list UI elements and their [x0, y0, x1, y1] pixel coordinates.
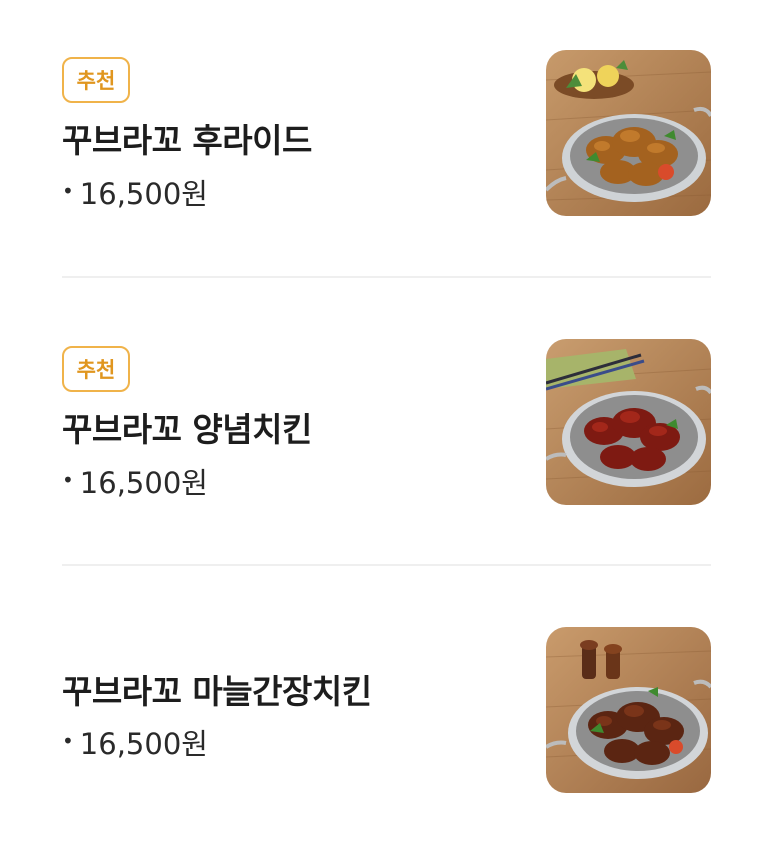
- seasoned-chicken-photo[interactable]: [546, 339, 711, 505]
- menu-item-price-row: • 16,500원: [62, 460, 208, 502]
- menu-item-name: 꾸브라꼬 마늘간장치킨: [62, 672, 372, 711]
- fried-chicken-image: [546, 50, 711, 216]
- recommended-badge: 추천: [62, 57, 130, 103]
- menu-list: 추천 꾸브라꼬 후라이드 • 16,500원 추천 꾸브라꼬 양념치킨 • 16…: [0, 0, 773, 849]
- garlic-soy-chicken-image: [546, 627, 711, 793]
- garlic-soy-chicken-photo[interactable]: [546, 627, 711, 793]
- bullet: •: [62, 179, 74, 203]
- menu-item-name: 꾸브라꼬 양념치킨: [62, 410, 312, 449]
- menu-item-name: 꾸브라꼬 후라이드: [62, 121, 312, 160]
- menu-item-price: 16,500원: [79, 177, 208, 211]
- menu-item-price: 16,500원: [79, 727, 208, 761]
- menu-item-price-row: • 16,500원: [62, 171, 208, 213]
- recommended-badge: 추천: [62, 346, 130, 392]
- menu-item-fried[interactable]: 추천 꾸브라꼬 후라이드 • 16,500원: [62, 50, 711, 218]
- menu-item-seasoned[interactable]: 추천 꾸브라꼬 양념치킨 • 16,500원: [62, 339, 711, 507]
- menu-item-garlic-soy[interactable]: 꾸브라꼬 마늘간장치킨 • 16,500원: [62, 627, 711, 795]
- divider: [62, 276, 711, 278]
- menu-item-price-row: • 16,500원: [62, 721, 208, 763]
- bullet: •: [62, 729, 74, 753]
- menu-item-price: 16,500원: [79, 466, 208, 500]
- bullet: •: [62, 468, 74, 492]
- divider: [62, 564, 711, 566]
- seasoned-chicken-image: [546, 339, 711, 505]
- fried-chicken-photo[interactable]: [546, 50, 711, 216]
